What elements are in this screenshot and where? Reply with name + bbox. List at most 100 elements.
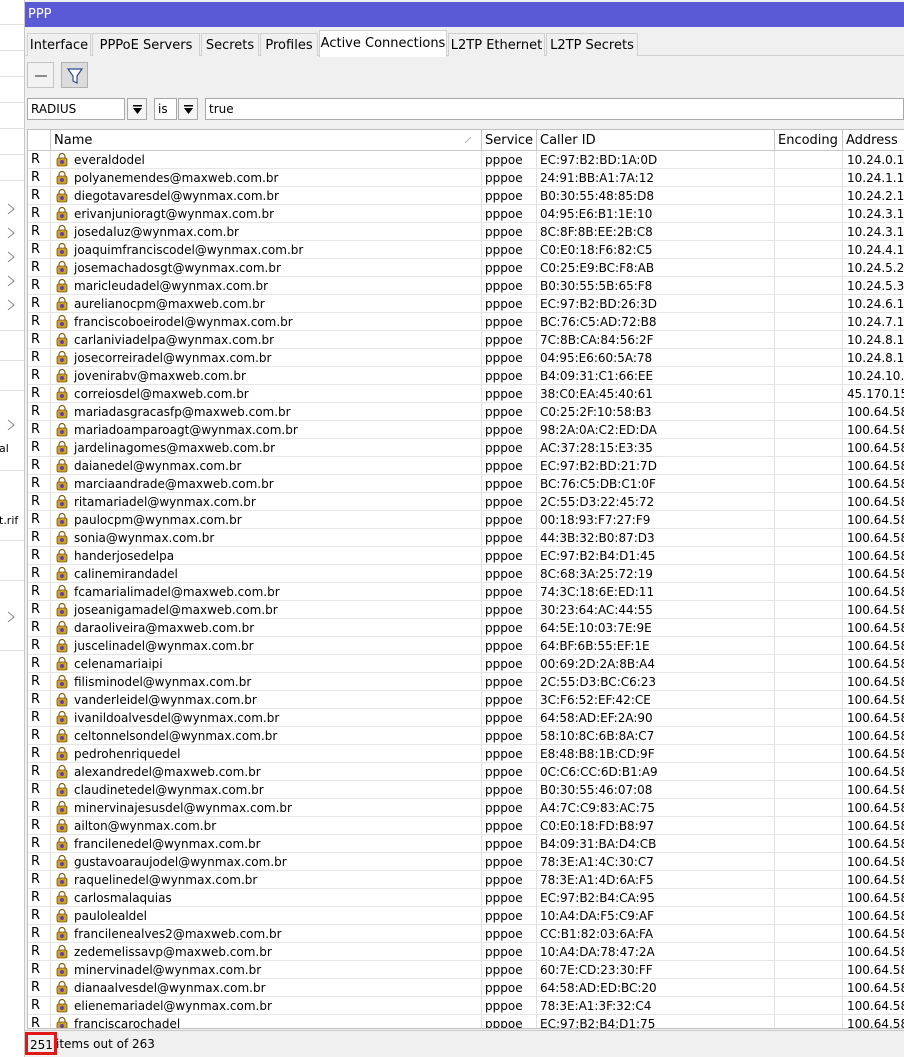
connection-icon <box>53 889 71 907</box>
table-row[interactable]: Raurelianocpm@maxweb.com.br pppoe EC:97:B2… <box>28 295 904 313</box>
table-row[interactable]: Rmariadasgracasfp@maxweb.com.br pppoe C0:2… <box>28 403 904 421</box>
table-row[interactable]: Rjuscelinadel@wynmax.com.br pppoe 64:BF:6B… <box>28 637 904 655</box>
table-row[interactable]: Rjovenirabv@maxweb.com.br pppoe B4:09:31:C… <box>28 367 904 385</box>
row-service: pppoe <box>485 387 523 401</box>
table-row[interactable]: Rdiegotavaresdel@wynmax.com.br pppoe B0:30… <box>28 187 904 205</box>
column-header-flag[interactable] <box>28 130 51 151</box>
table-row[interactable]: Rgustavoaraujodel@wynmax.com.br pppoe 78:3… <box>28 853 904 871</box>
table-row[interactable]: Rmarciaandrade@maxweb.com.br pppoe BC:76:C… <box>28 475 904 493</box>
table-row[interactable]: Rraquelinedel@wynmax.com.br pppoe 78:3E:A1… <box>28 871 904 889</box>
table-row[interactable]: Railton@wynmax.com.br pppoe C0:E0:18:FD:B8… <box>28 817 904 835</box>
connection-icon <box>53 349 71 367</box>
filter-button[interactable] <box>61 62 88 88</box>
table-row[interactable]: Rcarlosmalaquias pppoe EC:97:B2:B4:CA:95 10… <box>28 889 904 907</box>
row-service: pppoe <box>485 603 523 617</box>
table-row[interactable]: Rfrancilenedel@wynmax.com.br pppoe B4:09:3… <box>28 835 904 853</box>
row-name: franciscarochadel <box>74 1017 181 1029</box>
submenu-arrow-icon[interactable] <box>6 299 16 311</box>
table-row[interactable]: Rjosecorreiradel@wynmax.com.br pppoe 04:95… <box>28 349 904 367</box>
window-title-bar[interactable]: PPP <box>25 2 904 27</box>
row-encoding <box>775 997 843 1015</box>
row-name: filisminodel@wynmax.com.br <box>74 675 252 689</box>
column-header-name[interactable]: Name <box>51 130 482 151</box>
table-row[interactable]: Rritamariadel@wynmax.com.br pppoe 2C:55:D3… <box>28 493 904 511</box>
row-name: raquelinedel@wynmax.com.br <box>74 873 258 887</box>
row-address: 100.64.58. <box>847 927 904 941</box>
filter-operator-dropdown-button[interactable] <box>178 98 198 120</box>
row-encoding <box>775 799 843 817</box>
connection-icon <box>53 403 71 421</box>
filter-field-select[interactable]: RADIUS <box>27 98 125 120</box>
table-row[interactable]: Rjoaquimfranciscodel@wynmax.com.br pppoe C… <box>28 241 904 259</box>
table-row[interactable]: Rerivanjunioragt@wynmax.com.br pppoe 04:95… <box>28 205 904 223</box>
tab-l2tp-secrets[interactable]: L2TP Secrets <box>546 33 638 56</box>
tab-secrets[interactable]: Secrets <box>201 33 259 56</box>
table-row[interactable]: Relienemariadel@wynmax.com.br pppoe 78:3E:… <box>28 997 904 1015</box>
row-flag: R <box>31 422 41 437</box>
table-row[interactable]: Rmariadoamparoagt@wynmax.com.br pppoe 98:2… <box>28 421 904 439</box>
submenu-arrow-icon[interactable] <box>6 203 16 215</box>
tab-profiles[interactable]: Profiles <box>260 33 318 56</box>
table-row[interactable]: Rcorreiosdel@maxweb.com.br pppoe 38:C0:EA:… <box>28 385 904 403</box>
table-row[interactable]: Rdaraoliveira@maxweb.com.br pppoe 64:5E:10… <box>28 619 904 637</box>
table-row[interactable]: Rcalinemirandadel pppoe 8C:68:3A:25:72:19 1… <box>28 565 904 583</box>
table-row[interactable]: Rceltonnelsondel@wynmax.com.br pppoe 58:10… <box>28 727 904 745</box>
table-row[interactable]: Rsonia@wynmax.com.br pppoe 44:3B:32:B0:87:… <box>28 529 904 547</box>
column-header-encoding[interactable]: Encoding <box>775 130 843 151</box>
column-header-caller-id[interactable]: Caller ID <box>537 130 775 151</box>
table-row[interactable]: Rfilisminodel@wynmax.com.br pppoe 2C:55:D3… <box>28 673 904 691</box>
row-name: francilenedel@wynmax.com.br <box>74 837 261 851</box>
table-row[interactable]: Rcelenamariaipi pppoe 00:69:2D:2A:8B:A4 100… <box>28 655 904 673</box>
row-service: pppoe <box>485 945 523 959</box>
submenu-arrow-icon[interactable] <box>6 251 16 263</box>
tab-active-connections[interactable]: Active Connections <box>319 30 447 57</box>
column-header-service[interactable]: Service <box>482 130 537 151</box>
table-row[interactable]: Rpaulolealdel pppoe 10:A4:DA:F5:C9:AF 100.6… <box>28 907 904 925</box>
submenu-arrow-icon[interactable] <box>6 275 16 287</box>
connection-icon <box>53 493 71 511</box>
table-row[interactable]: Rfrancilenealves2@maxweb.com.br pppoe CC:B… <box>28 925 904 943</box>
table-row[interactable]: Rfcamarialimadel@maxweb.com.br pppoe 74:3C… <box>28 583 904 601</box>
table-row[interactable]: Rhanderjosedelpa pppoe EC:97:B2:B4:D1:45 10… <box>28 547 904 565</box>
table-row[interactable]: Rminervinadel@wynmax.com.br pppoe 60:7E:CD… <box>28 961 904 979</box>
table-row[interactable]: Rpedrohenriquedel pppoe E8:48:B8:1B:CD:9F 1… <box>28 745 904 763</box>
table-row[interactable]: Rmaricleudadel@wynmax.com.br pppoe B0:30:5… <box>28 277 904 295</box>
column-header-address[interactable]: Address <box>843 130 904 151</box>
tab-l2tp-ethernet[interactable]: L2TP Ethernet <box>448 33 545 56</box>
row-address: 100.64.58. <box>847 729 904 743</box>
table-row[interactable]: Rpaulocpm@wynmax.com.br pppoe 00:18:93:F7:… <box>28 511 904 529</box>
submenu-arrow-icon[interactable] <box>6 227 16 239</box>
filter-value-input[interactable]: true <box>205 98 904 120</box>
table-row[interactable]: Ralexandredel@maxweb.com.br pppoe 0C:C6:CC… <box>28 763 904 781</box>
table-row[interactable]: Rfranciscarochadel pppoe EC:97:B2:B4:D1:75… <box>28 1015 904 1029</box>
submenu-arrow-icon[interactable] <box>6 419 16 431</box>
table-row[interactable]: Rpolyanemendes@maxweb.com.br pppoe 24:91:B… <box>28 169 904 187</box>
row-service: pppoe <box>485 261 523 275</box>
filter-field-dropdown-button[interactable] <box>127 98 147 120</box>
tab-interface[interactable]: Interface <box>27 33 91 56</box>
row-name: mariadoamparoagt@wynmax.com.br <box>74 423 298 437</box>
table-row[interactable]: Rivanildoalvesdel@wynmax.com.br pppoe 64:5… <box>28 709 904 727</box>
table-row[interactable]: Rjoseanigamadel@maxweb.com.br pppoe 30:23:… <box>28 601 904 619</box>
row-service: pppoe <box>485 639 523 653</box>
row-name: mariadasgracasfp@maxweb.com.br <box>74 405 291 419</box>
submenu-arrow-icon[interactable] <box>6 611 16 623</box>
tab-pppoe-servers[interactable]: PPPoE Servers <box>92 33 200 56</box>
table-row[interactable]: Rjosedaluz@wynmax.com.br pppoe 8C:8F:8B:EE… <box>28 223 904 241</box>
table-row[interactable]: Rjardelinagomes@maxweb.com.br pppoe AC:37:… <box>28 439 904 457</box>
table-row[interactable]: Rminervinajesusdel@wynmax.com.br pppoe A4:… <box>28 799 904 817</box>
table-row[interactable]: Rvanderleidel@wynmax.com.br pppoe 3C:F6:52… <box>28 691 904 709</box>
row-name: josedaluz@wynmax.com.br <box>74 225 239 239</box>
table-row[interactable]: Rcarlaniviadelpa@wynmax.com.br pppoe 7C:8B… <box>28 331 904 349</box>
filter-operator-select[interactable]: is <box>154 98 177 120</box>
row-caller-id: 7C:8B:CA:84:56:2F <box>540 333 654 347</box>
row-encoding <box>775 439 843 457</box>
table-row[interactable]: Rdaianedel@wynmax.com.br pppoe EC:97:B2:BD… <box>28 457 904 475</box>
table-row[interactable]: Rdianaalvesdel@wynmax.com.br pppoe 64:58:A… <box>28 979 904 997</box>
table-row[interactable]: Rjosemachadosgt@wynmax.com.br pppoe C0:25:… <box>28 259 904 277</box>
table-row[interactable]: Rfranciscoboeirodel@wynmax.com.br pppoe BC… <box>28 313 904 331</box>
table-row[interactable]: Rzedemelissavp@maxweb.com.br pppoe 10:A4:D… <box>28 943 904 961</box>
table-row[interactable]: Rclaudinetedel@wynmax.com.br pppoe B0:30:5… <box>28 781 904 799</box>
table-row[interactable]: Reveraldodel pppoe EC:97:B2:BD:1A:0D 10.24.… <box>28 151 904 169</box>
remove-button[interactable] <box>27 62 54 88</box>
